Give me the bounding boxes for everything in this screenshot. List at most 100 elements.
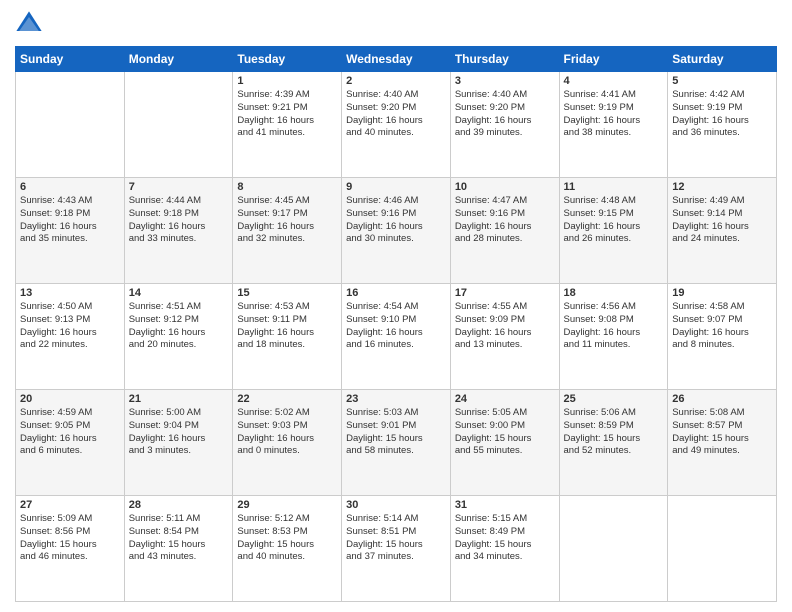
day-cell: 20 Sunrise: 4:59 AM Sunset: 9:05 PM Dayli… xyxy=(16,390,125,496)
day-cell xyxy=(16,72,125,178)
day-cell: 5 Sunrise: 4:42 AM Sunset: 9:19 PM Daylig… xyxy=(668,72,777,178)
day-info: Sunrise: 4:44 AM Sunset: 9:18 PM Dayligh… xyxy=(129,195,229,246)
day-cell: 4 Sunrise: 4:41 AM Sunset: 9:19 PM Daylig… xyxy=(559,72,668,178)
day-number: 18 xyxy=(564,287,664,299)
day-number: 11 xyxy=(564,181,664,193)
day-number: 26 xyxy=(672,393,772,405)
day-number: 30 xyxy=(346,499,446,511)
day-header-monday: Monday xyxy=(124,47,233,72)
day-info: Sunrise: 5:15 AM Sunset: 8:49 PM Dayligh… xyxy=(455,513,555,564)
day-cell: 14 Sunrise: 4:51 AM Sunset: 9:12 PM Dayli… xyxy=(124,284,233,390)
day-number: 5 xyxy=(672,75,772,87)
day-cell: 28 Sunrise: 5:11 AM Sunset: 8:54 PM Dayli… xyxy=(124,496,233,602)
day-number: 8 xyxy=(237,181,337,193)
day-number: 9 xyxy=(346,181,446,193)
day-info: Sunrise: 5:09 AM Sunset: 8:56 PM Dayligh… xyxy=(20,513,120,564)
day-info: Sunrise: 4:39 AM Sunset: 9:21 PM Dayligh… xyxy=(237,89,337,140)
day-header-tuesday: Tuesday xyxy=(233,47,342,72)
header xyxy=(15,10,777,38)
day-cell: 13Sunrise: 4:50 AM Sunset: 9:13 PM Dayli… xyxy=(16,284,125,390)
week-row-4: 20 Sunrise: 4:59 AM Sunset: 9:05 PM Dayli… xyxy=(16,390,777,496)
week-row-2: 6 Sunrise: 4:43 AM Sunset: 9:18 PM Daylig… xyxy=(16,178,777,284)
day-number: 6 xyxy=(20,181,120,193)
day-cell: 22 Sunrise: 5:02 AM Sunset: 9:03 PM Dayli… xyxy=(233,390,342,496)
day-info: Sunrise: 4:55 AM Sunset: 9:09 PM Dayligh… xyxy=(455,301,555,352)
day-number: 31 xyxy=(455,499,555,511)
day-info: Sunrise: 5:02 AM Sunset: 9:03 PM Dayligh… xyxy=(237,407,337,458)
day-info: Sunrise: 4:41 AM Sunset: 9:19 PM Dayligh… xyxy=(564,89,664,140)
day-cell: 11 Sunrise: 4:48 AM Sunset: 9:15 PM Dayli… xyxy=(559,178,668,284)
day-cell: 10 Sunrise: 4:47 AM Sunset: 9:16 PM Dayli… xyxy=(450,178,559,284)
day-number: 24 xyxy=(455,393,555,405)
day-header-saturday: Saturday xyxy=(668,47,777,72)
day-number: 10 xyxy=(455,181,555,193)
day-cell: 12Sunrise: 4:49 AM Sunset: 9:14 PM Dayli… xyxy=(668,178,777,284)
day-info: Sunrise: 5:11 AM Sunset: 8:54 PM Dayligh… xyxy=(129,513,229,564)
day-number: 14 xyxy=(129,287,229,299)
day-cell: 31 Sunrise: 5:15 AM Sunset: 8:49 PM Dayli… xyxy=(450,496,559,602)
day-number: 28 xyxy=(129,499,229,511)
week-row-5: 27 Sunrise: 5:09 AM Sunset: 8:56 PM Dayli… xyxy=(16,496,777,602)
day-cell: 6 Sunrise: 4:43 AM Sunset: 9:18 PM Daylig… xyxy=(16,178,125,284)
page: SundayMondayTuesdayWednesdayThursdayFrid… xyxy=(0,0,792,612)
day-cell: 19Sunrise: 4:58 AM Sunset: 9:07 PM Dayli… xyxy=(668,284,777,390)
day-info: Sunrise: 4:43 AM Sunset: 9:18 PM Dayligh… xyxy=(20,195,120,246)
week-row-3: 13Sunrise: 4:50 AM Sunset: 9:13 PM Dayli… xyxy=(16,284,777,390)
day-cell: 21 Sunrise: 5:00 AM Sunset: 9:04 PM Dayli… xyxy=(124,390,233,496)
day-info: Sunrise: 5:00 AM Sunset: 9:04 PM Dayligh… xyxy=(129,407,229,458)
week-row-1: 1 Sunrise: 4:39 AM Sunset: 9:21 PM Daylig… xyxy=(16,72,777,178)
day-number: 13 xyxy=(20,287,120,299)
day-cell: 1 Sunrise: 4:39 AM Sunset: 9:21 PM Daylig… xyxy=(233,72,342,178)
day-number: 15 xyxy=(237,287,337,299)
day-number: 3 xyxy=(455,75,555,87)
day-info: Sunrise: 5:06 AM Sunset: 8:59 PM Dayligh… xyxy=(564,407,664,458)
day-header-sunday: Sunday xyxy=(16,47,125,72)
day-number: 27 xyxy=(20,499,120,511)
day-info: Sunrise: 4:40 AM Sunset: 9:20 PM Dayligh… xyxy=(455,89,555,140)
day-number: 7 xyxy=(129,181,229,193)
day-cell: 3 Sunrise: 4:40 AM Sunset: 9:20 PM Daylig… xyxy=(450,72,559,178)
day-number: 22 xyxy=(237,393,337,405)
day-number: 21 xyxy=(129,393,229,405)
day-info: Sunrise: 4:58 AM Sunset: 9:07 PM Dayligh… xyxy=(672,301,772,352)
day-cell: 2Sunrise: 4:40 AM Sunset: 9:20 PM Daylig… xyxy=(342,72,451,178)
day-number: 16 xyxy=(346,287,446,299)
day-info: Sunrise: 4:53 AM Sunset: 9:11 PM Dayligh… xyxy=(237,301,337,352)
day-info: Sunrise: 4:56 AM Sunset: 9:08 PM Dayligh… xyxy=(564,301,664,352)
day-info: Sunrise: 5:03 AM Sunset: 9:01 PM Dayligh… xyxy=(346,407,446,458)
day-number: 25 xyxy=(564,393,664,405)
day-cell: 24 Sunrise: 5:05 AM Sunset: 9:00 PM Dayli… xyxy=(450,390,559,496)
day-number: 1 xyxy=(237,75,337,87)
day-number: 23 xyxy=(346,393,446,405)
calendar-header-row: SundayMondayTuesdayWednesdayThursdayFrid… xyxy=(16,47,777,72)
day-info: Sunrise: 4:54 AM Sunset: 9:10 PM Dayligh… xyxy=(346,301,446,352)
day-info: Sunrise: 4:48 AM Sunset: 9:15 PM Dayligh… xyxy=(564,195,664,246)
day-cell: 23 Sunrise: 5:03 AM Sunset: 9:01 PM Dayli… xyxy=(342,390,451,496)
day-cell: 25 Sunrise: 5:06 AM Sunset: 8:59 PM Dayli… xyxy=(559,390,668,496)
calendar-table: SundayMondayTuesdayWednesdayThursdayFrid… xyxy=(15,46,777,602)
day-cell xyxy=(668,496,777,602)
day-cell: 17Sunrise: 4:55 AM Sunset: 9:09 PM Dayli… xyxy=(450,284,559,390)
day-info: Sunrise: 5:05 AM Sunset: 9:00 PM Dayligh… xyxy=(455,407,555,458)
day-info: Sunrise: 5:12 AM Sunset: 8:53 PM Dayligh… xyxy=(237,513,337,564)
day-info: Sunrise: 4:51 AM Sunset: 9:12 PM Dayligh… xyxy=(129,301,229,352)
logo-icon xyxy=(15,10,43,38)
day-info: Sunrise: 4:42 AM Sunset: 9:19 PM Dayligh… xyxy=(672,89,772,140)
day-cell: 30 Sunrise: 5:14 AM Sunset: 8:51 PM Dayli… xyxy=(342,496,451,602)
day-cell: 16 Sunrise: 4:54 AM Sunset: 9:10 PM Dayli… xyxy=(342,284,451,390)
day-number: 29 xyxy=(237,499,337,511)
day-info: Sunrise: 4:59 AM Sunset: 9:05 PM Dayligh… xyxy=(20,407,120,458)
day-number: 4 xyxy=(564,75,664,87)
day-cell: 29 Sunrise: 5:12 AM Sunset: 8:53 PM Dayli… xyxy=(233,496,342,602)
day-cell: 7 Sunrise: 4:44 AM Sunset: 9:18 PM Daylig… xyxy=(124,178,233,284)
day-info: Sunrise: 4:40 AM Sunset: 9:20 PM Dayligh… xyxy=(346,89,446,140)
day-header-friday: Friday xyxy=(559,47,668,72)
day-info: Sunrise: 4:47 AM Sunset: 9:16 PM Dayligh… xyxy=(455,195,555,246)
day-header-wednesday: Wednesday xyxy=(342,47,451,72)
day-info: Sunrise: 5:08 AM Sunset: 8:57 PM Dayligh… xyxy=(672,407,772,458)
day-info: Sunrise: 4:46 AM Sunset: 9:16 PM Dayligh… xyxy=(346,195,446,246)
logo xyxy=(15,10,47,38)
day-cell: 18 Sunrise: 4:56 AM Sunset: 9:08 PM Dayli… xyxy=(559,284,668,390)
day-number: 20 xyxy=(20,393,120,405)
day-info: Sunrise: 5:14 AM Sunset: 8:51 PM Dayligh… xyxy=(346,513,446,564)
